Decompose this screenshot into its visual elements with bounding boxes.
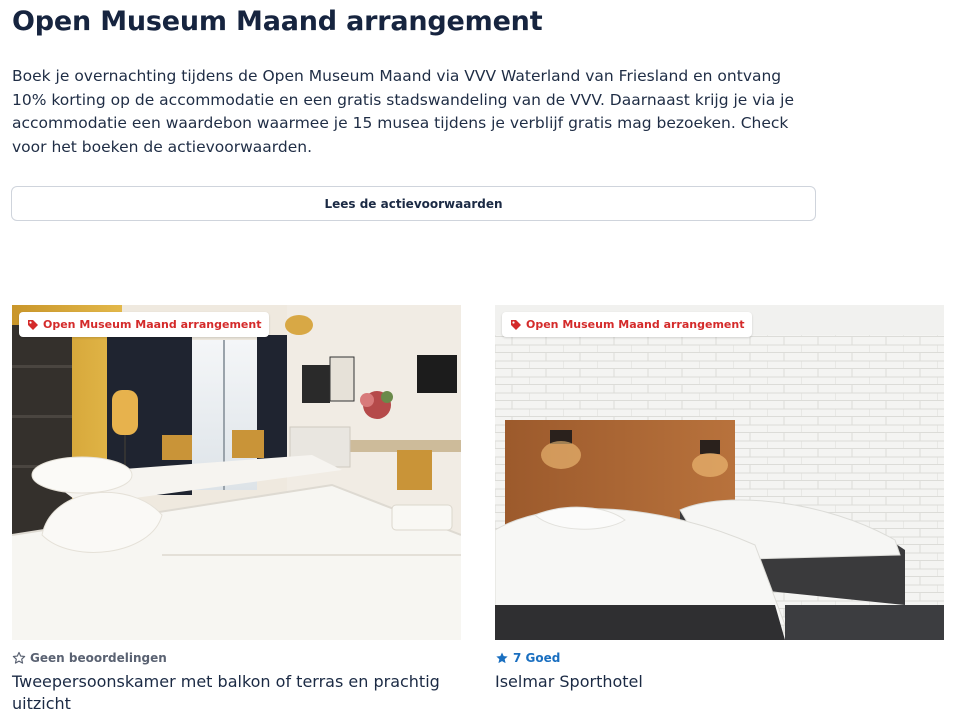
star-filled-icon: [496, 652, 508, 664]
badge-label: Open Museum Maand arrangement: [43, 318, 262, 331]
promo-badge: Open Museum Maand arrangement: [502, 312, 753, 337]
accommodation-card[interactable]: Open Museum Maand arrangement 7 Goed Ise…: [495, 305, 944, 691]
card-title[interactable]: Tweepersoonskamer met balkon of terras e…: [12, 671, 461, 715]
promo-badge: Open Museum Maand arrangement: [19, 312, 270, 337]
accommodation-card[interactable]: Open Museum Maand arrangement Geen beoor…: [12, 305, 461, 713]
intro-text: Boek je overnachting tijdens de Open Mus…: [12, 67, 794, 156]
terms-button[interactable]: Lees de actievoorwaarden: [11, 186, 816, 221]
card-title[interactable]: Iselmar Sporthotel: [495, 671, 944, 693]
tag-icon: [28, 319, 38, 330]
page-title: Open Museum Maand arrangement: [12, 6, 543, 37]
star-outline-icon: [12, 651, 26, 664]
room-photo[interactable]: [495, 305, 944, 640]
rating: Geen beoordelingen: [12, 651, 167, 665]
rating: 7 Goed: [495, 651, 560, 665]
tag-icon: [511, 319, 521, 330]
badge-label: Open Museum Maand arrangement: [526, 318, 745, 331]
rating-label: 7 Goed: [513, 651, 561, 665]
room-photo[interactable]: [12, 305, 461, 640]
rating-label: Geen beoordelingen: [30, 651, 167, 665]
